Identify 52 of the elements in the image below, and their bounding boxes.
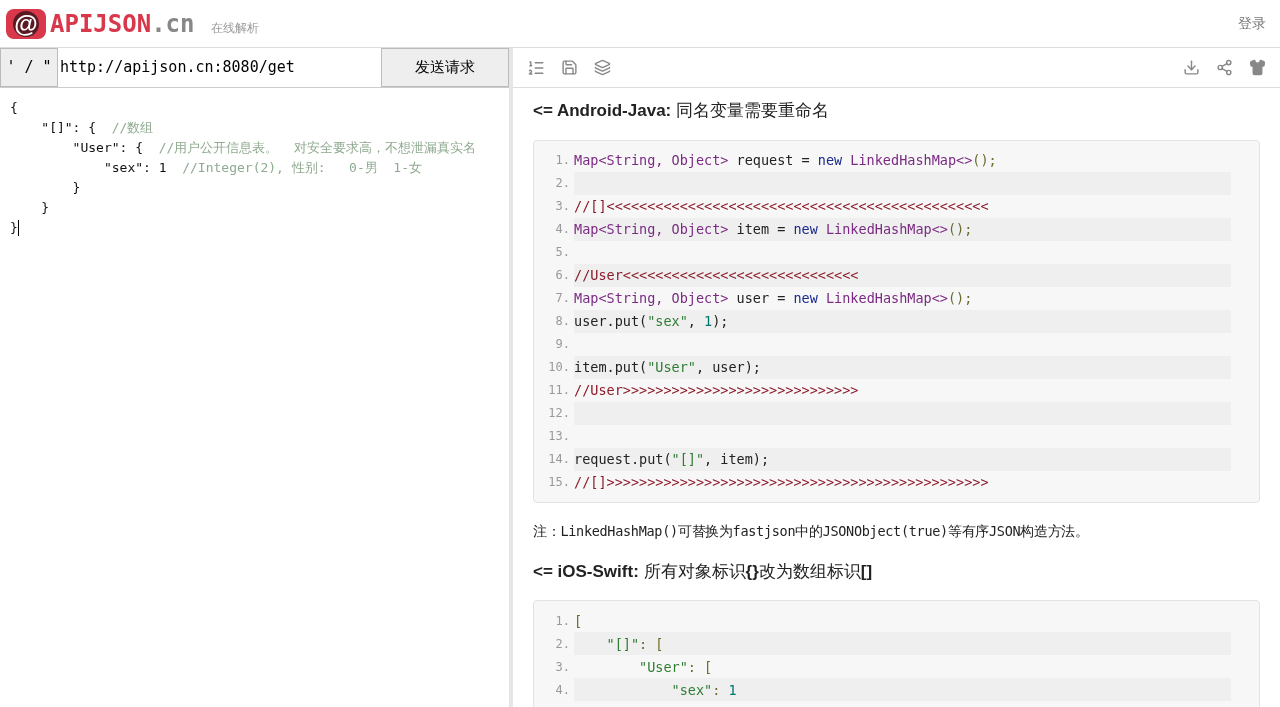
editor-line: } [10,219,18,238]
code-line: //User>>>>>>>>>>>>>>>>>>>>>>>>>>>>> [574,380,859,400]
line-number: 8. [554,313,571,330]
quote-toggle-button[interactable]: ' / " [0,48,58,87]
send-request-button[interactable]: 发送请求 [381,48,509,87]
line-number: 1. [554,152,571,169]
layers-icon[interactable] [594,59,611,76]
line-number: 11. [547,382,571,399]
login-link[interactable]: 登录 [1238,13,1266,34]
section-heading: <= iOS-Swift: 所有对象标识{}改为数组标识[] [533,560,874,583]
editor-line: "sex": 1 //Integer(2), 性别: 0-男 1-女 [102,159,423,178]
editor-line: "[]": { //数组 [40,119,154,138]
line-number: 10. [547,359,571,376]
text-cursor [17,220,19,236]
line-number: 4. [554,681,571,699]
editor-line: } [40,199,50,218]
editor-line: { [10,99,18,118]
line-number: 7. [554,290,571,307]
save-icon[interactable] [561,59,578,76]
editor-line: "User": { //用户公开信息表。 对安全要求高，不想泄漏真实名 [71,139,477,158]
code-line: Map<String, Object> user = new LinkedHashMap<>(); [574,288,973,308]
line-number: 14. [547,451,571,468]
code-line: //[]>>>>>>>>>>>>>>>>>>>>>>>>>>>>>>>>>>>>>>>>>>>>>>> [574,472,989,492]
note-text: 注：LinkedHashMap()可替换为fastjson中的JSONObject(true)等有序JSON构造方法。 [533,521,1090,541]
code-line: //[]<<<<<<<<<<<<<<<<<<<<<<<<<<<<<<<<<<<<<<<<<<<<<<< [574,196,989,216]
line-number: 4. [554,221,571,238]
line-number: 5. [554,244,571,261]
logo-icon: @ [6,8,46,39]
shirt-icon[interactable] [1249,59,1266,76]
line-number: 15. [547,474,571,491]
line-number: 12. [547,405,571,422]
code-line: Map<String, Object> request = new LinkedHashMap<>(); [574,150,997,170]
logo-suffix: .cn [151,8,195,40]
line-number: 1. [554,612,571,630]
numbered-list-icon[interactable] [527,58,545,77]
line-number: 2. [554,175,571,192]
editor-line: } [71,179,81,198]
url-field[interactable]: http://apijson.cn:8080/get [58,48,381,87]
line-number: 13. [547,428,571,445]
download-icon[interactable] [1183,59,1200,76]
line-number: 2. [554,635,571,653]
logo-name: APIJSON [50,8,152,40]
share-icon[interactable] [1216,59,1233,76]
line-number: 3. [554,658,571,676]
line-number: 3. [554,198,571,215]
section-heading: <= Android-Java: 同名变量需要重命名 [533,100,830,122]
line-number: 9. [554,336,571,353]
code-line: [ [574,611,583,631]
json-editor[interactable]: { "[]": { //数组 "User": { //用户公开信息表。 对安全要求高，不想泄漏真实名 "sex": 1 //Integer(2), 性别: 0-男 1-女 } } } [0,88,509,707]
line-number: 6. [554,267,571,284]
subtitle: 在线解析 [210,19,259,37]
code-line: "User": [ [638,657,713,677]
